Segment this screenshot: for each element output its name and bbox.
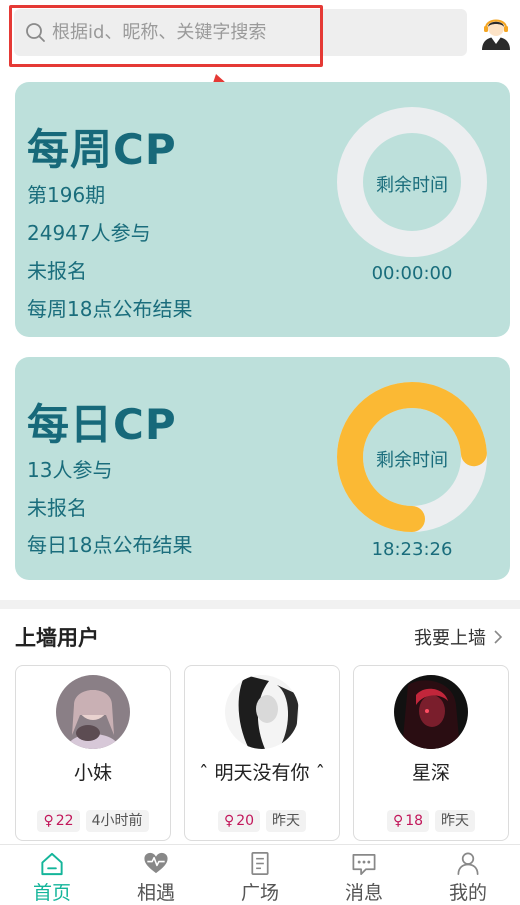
weekly-countdown: 00:00:00 (371, 263, 453, 284)
active-time-badge: 昨天 (435, 810, 476, 832)
nav-me[interactable]: 我的 (416, 845, 520, 905)
avatar (394, 675, 468, 749)
bottom-nav: 首页 相遇 广场 消息 我的 (0, 844, 520, 905)
avatar (56, 675, 130, 749)
search-icon (26, 22, 45, 42)
home-icon (41, 852, 63, 876)
user-age: 22 (55, 813, 74, 829)
nav-meet-label: 相遇 (136, 882, 175, 904)
daily-cp-card[interactable]: 每日CP 13人参与 未报名 每日18点公布结果 剩余时间 18:23:26 (15, 357, 510, 580)
weekly-publish-time: 每周18点公布结果 (27, 297, 193, 321)
avatar (225, 675, 299, 749)
female-icon: ♀ (392, 813, 404, 829)
heart-pulse-icon (144, 852, 168, 874)
weekly-cp-title: 每周CP (27, 125, 177, 174)
daily-status: 未报名 (27, 496, 87, 520)
wall-section-title: 上墙用户 (15, 626, 99, 650)
user-age: 20 (236, 813, 255, 829)
search-bar[interactable] (14, 9, 467, 56)
daily-cp-title: 每日CP (27, 400, 177, 449)
person-icon (457, 852, 479, 875)
daily-publish-time: 每日18点公布结果 (27, 533, 193, 557)
search-input[interactable] (52, 22, 432, 43)
join-wall-label: 我要上墙 (414, 628, 486, 649)
weekly-participants: 24947人参与 (27, 221, 151, 245)
document-icon (251, 852, 269, 875)
customer-service-icon[interactable] (478, 14, 514, 50)
daily-ring-label: 剩余时间 (376, 450, 448, 471)
chat-icon (352, 853, 376, 875)
nav-home-label: 首页 (32, 882, 71, 904)
active-time-badge: 4小时前 (85, 810, 149, 832)
wall-user-card[interactable]: 星深 ♀ 18 昨天 (353, 665, 509, 841)
user-name: 星深 (411, 762, 450, 784)
join-wall-link[interactable]: 我要上墙 (414, 624, 504, 650)
user-name: ˆ 明天没有你 ˆ (198, 762, 326, 784)
gender-age-badge: ♀ 20 (217, 810, 261, 832)
section-divider (0, 600, 520, 609)
gender-age-badge: ♀ 22 (37, 810, 80, 832)
wall-user-card[interactable]: ˆ 明天没有你 ˆ ♀ 20 昨天 (184, 665, 340, 841)
user-name: 小妹 (73, 762, 112, 784)
nav-messages-label: 消息 (344, 882, 383, 904)
nav-messages[interactable]: 消息 (312, 845, 416, 905)
nav-meet[interactable]: 相遇 (104, 845, 208, 905)
daily-participants: 13人参与 (27, 458, 113, 482)
nav-square-label: 广场 (240, 882, 279, 904)
weekly-cp-card[interactable]: 每周CP 第196期 24947人参与 未报名 每周18点公布结果 剩余时间 0… (15, 82, 510, 337)
weekly-ring-label: 剩余时间 (376, 175, 448, 196)
wall-user-card[interactable]: 小妹 ♀ 22 4小时前 (15, 665, 171, 841)
daily-countdown: 18:23:26 (371, 539, 453, 560)
weekly-issue: 第196期 (27, 183, 106, 207)
female-icon: ♀ (223, 813, 235, 829)
user-age: 18 (405, 813, 424, 829)
female-icon: ♀ (43, 813, 54, 829)
active-time-badge: 昨天 (266, 810, 307, 832)
nav-me-label: 我的 (448, 882, 487, 904)
nav-home[interactable]: 首页 (0, 845, 104, 905)
gender-age-badge: ♀ 18 (386, 810, 430, 832)
nav-square[interactable]: 广场 (208, 845, 312, 905)
chevron-right-icon (494, 630, 503, 644)
weekly-status: 未报名 (27, 259, 87, 283)
